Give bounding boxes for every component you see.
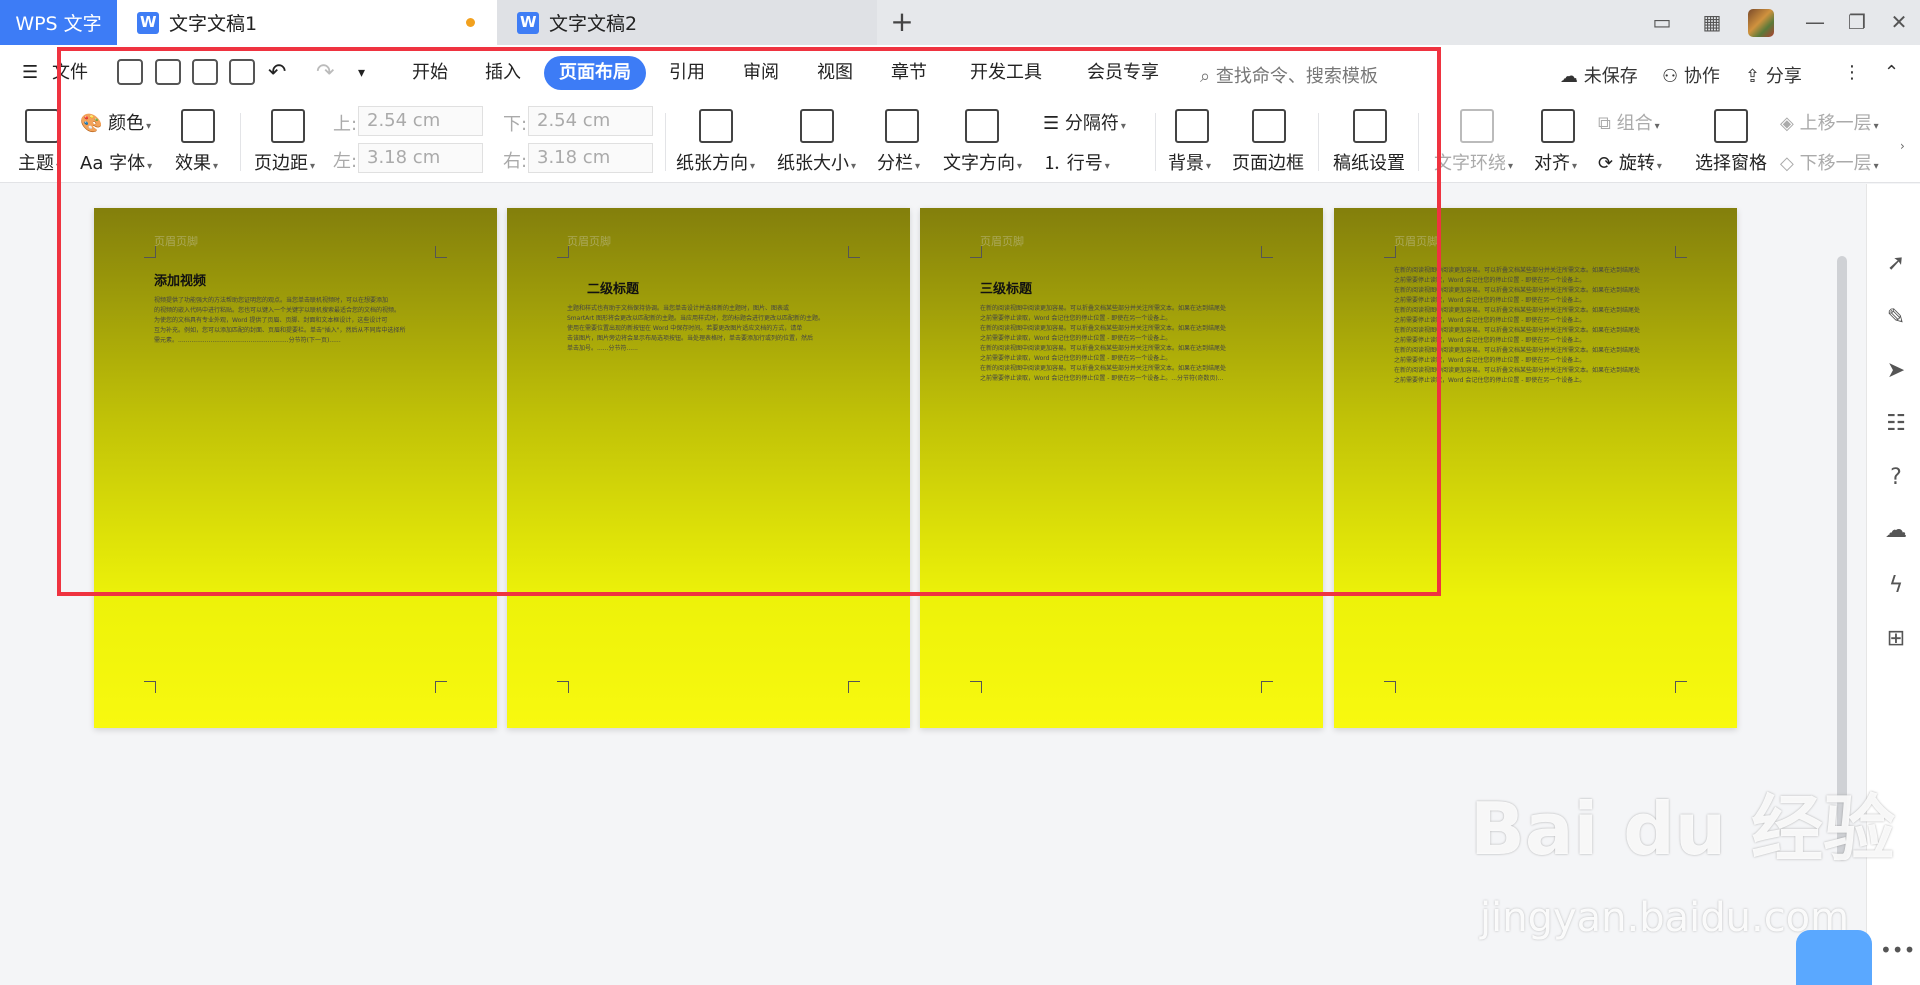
pen-icon[interactable]: ✎ bbox=[1884, 306, 1908, 330]
margin-corner-mark bbox=[970, 681, 982, 693]
cloud-icon: ☁ bbox=[1560, 66, 1578, 87]
user-icon: ⚇ bbox=[1662, 66, 1679, 87]
margin-corner-mark bbox=[1261, 681, 1273, 693]
rocket-icon[interactable]: ➚ bbox=[1884, 252, 1908, 276]
lightning-icon[interactable]: ϟ bbox=[1884, 574, 1908, 598]
margin-corner-mark bbox=[1675, 246, 1687, 258]
selection-pane-icon bbox=[1714, 109, 1748, 143]
selection-pane-button[interactable]: 选择窗格 bbox=[1695, 149, 1767, 175]
sliders-icon[interactable]: ☷ bbox=[1884, 412, 1908, 436]
text-wrap-button[interactable]: 文字环绕 ▾ bbox=[1434, 149, 1513, 175]
minimize-button[interactable]: — bbox=[1801, 9, 1829, 37]
margin-corner-mark bbox=[435, 681, 447, 693]
share-icon: ⇪ bbox=[1745, 66, 1761, 87]
selection-highlight-box bbox=[57, 47, 1441, 596]
margin-corner-mark bbox=[557, 681, 569, 693]
ribbon-scroll-right-icon[interactable]: › bbox=[1900, 139, 1905, 153]
margin-corner-mark bbox=[1675, 681, 1687, 693]
rotate-icon: ⟳ bbox=[1598, 153, 1614, 174]
group-icon: ⧉ bbox=[1598, 113, 1611, 134]
close-button[interactable]: ✕ bbox=[1885, 9, 1913, 37]
send-backward-icon: ◇ bbox=[1780, 153, 1794, 174]
bring-forward-button[interactable]: ◈ 上移一层 ▾ bbox=[1780, 109, 1879, 135]
tab-document-2[interactable]: 文字文稿2 bbox=[497, 0, 877, 45]
bring-forward-icon: ◈ bbox=[1780, 113, 1794, 134]
send-backward-button[interactable]: ◇ 下移一层 ▾ bbox=[1780, 149, 1879, 175]
baidu-watermark: Bai du 经验 bbox=[1470, 787, 1896, 871]
title-bar: WPS 文字 文字文稿1 文字文稿2 + ▭ ▦ — ❐ ✕ bbox=[0, 0, 1920, 45]
share-button[interactable]: ⇪ 分享 bbox=[1745, 62, 1802, 88]
pointer-icon[interactable]: ➤ bbox=[1884, 359, 1908, 383]
unsaved-button[interactable]: ☁ 未保存 bbox=[1560, 62, 1638, 88]
margin-corner-mark bbox=[1384, 681, 1396, 693]
theme-button[interactable]: 主题 ▾ bbox=[18, 149, 61, 175]
baidu-watermark-url: jingyan.baidu.com bbox=[1480, 895, 1850, 941]
restore-button[interactable]: ❐ bbox=[1843, 9, 1871, 37]
tab-label: 文字文稿1 bbox=[169, 13, 258, 35]
new-tab-button[interactable]: + bbox=[887, 8, 917, 38]
book-search-icon[interactable]: ⊞ bbox=[1884, 627, 1908, 651]
margin-corner-mark bbox=[848, 681, 860, 693]
word-doc-icon bbox=[517, 11, 539, 34]
tab-label: 文字文稿2 bbox=[549, 13, 638, 35]
rotate-button[interactable]: ⟳ 旋转 ▾ bbox=[1598, 149, 1662, 175]
unsaved-dot-icon bbox=[466, 18, 475, 27]
more-menu-icon[interactable]: ⋮ bbox=[1843, 62, 1861, 83]
avatar[interactable] bbox=[1748, 9, 1774, 37]
collab-button[interactable]: ⚇ 协作 bbox=[1662, 62, 1720, 88]
hamburger-icon[interactable]: ☰ bbox=[22, 56, 38, 90]
grid-apps-icon[interactable]: ▦ bbox=[1698, 9, 1726, 37]
word-doc-icon bbox=[137, 11, 159, 34]
tab-document-1[interactable]: 文字文稿1 bbox=[117, 0, 497, 45]
window-layout-icon[interactable]: ▭ bbox=[1648, 9, 1676, 37]
theme-icon bbox=[25, 109, 59, 143]
align-icon bbox=[1541, 109, 1575, 143]
more-dots-icon[interactable]: ••• bbox=[1880, 938, 1915, 962]
help-icon[interactable]: ? bbox=[1884, 466, 1908, 490]
cloud-sync-icon[interactable]: ☁ bbox=[1884, 519, 1908, 543]
align-button[interactable]: 对齐 ▾ bbox=[1534, 149, 1577, 175]
app-tab[interactable]: WPS 文字 bbox=[0, 0, 117, 45]
collapse-ribbon-icon[interactable]: ⌃ bbox=[1884, 62, 1899, 83]
text-wrap-icon bbox=[1460, 109, 1494, 143]
margin-corner-mark bbox=[144, 681, 156, 693]
floating-assistant-button[interactable] bbox=[1796, 930, 1872, 985]
group-button[interactable]: ⧉ 组合 ▾ bbox=[1598, 109, 1660, 135]
